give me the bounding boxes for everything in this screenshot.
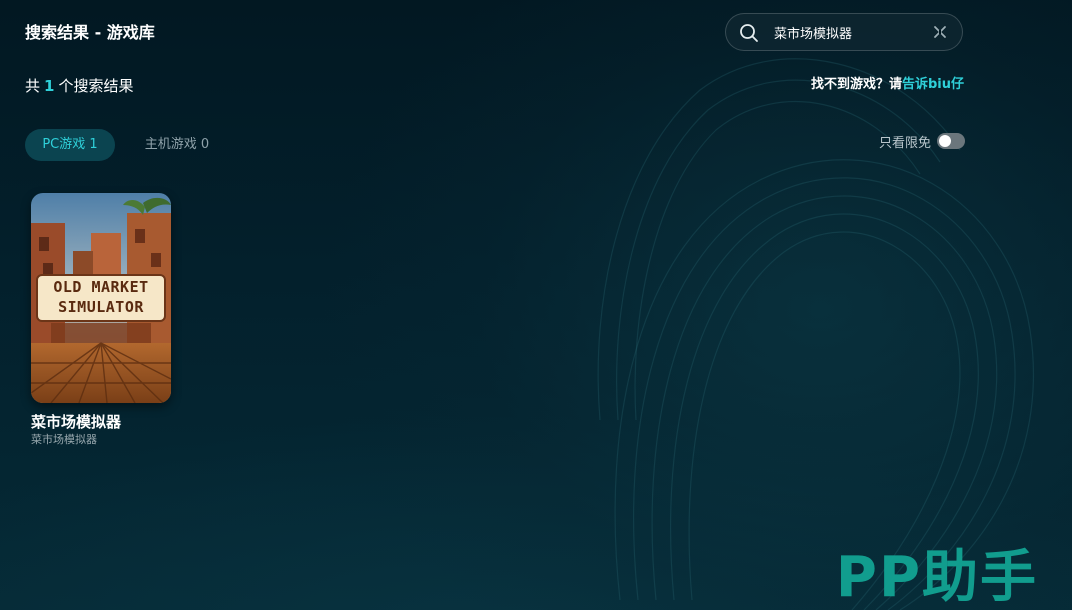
result-count-number: 1: [44, 77, 55, 95]
search-icon: [740, 24, 758, 42]
game-subtitle: 菜市场模拟器: [31, 433, 97, 446]
result-count: 共 1 个搜索结果: [25, 76, 133, 96]
cover-title-line1: OLD MARKET: [53, 278, 149, 296]
free-only-switch[interactable]: [937, 133, 965, 149]
result-count-prefix: 共: [25, 77, 41, 95]
free-only-label: 只看限免: [878, 135, 931, 151]
search-box[interactable]: [725, 13, 963, 51]
not-found-feedback: 找不到游戏？请告诉biu仔: [811, 76, 964, 94]
pp-assistant-logo: PP助手: [835, 545, 1038, 610]
game-title[interactable]: 菜市场模拟器: [31, 412, 172, 432]
not-found-text: 找不到游戏？请: [810, 77, 902, 92]
close-icon[interactable]: [933, 25, 947, 39]
free-only-filter: 只看限免: [879, 131, 965, 151]
cover-title-line2: SIMULATOR: [58, 298, 144, 316]
switch-knob: [939, 135, 951, 147]
tell-biuzai-link[interactable]: 告诉biu仔: [902, 77, 964, 92]
result-count-suffix: 个搜索结果: [58, 77, 134, 95]
game-cover[interactable]: OLD MARKET SIMULATOR: [31, 193, 171, 403]
tab-pc-games[interactable]: PC游戏 1: [25, 129, 115, 161]
tab-console-games[interactable]: 主机游戏 0: [128, 129, 226, 161]
page-title: 搜索结果 - 游戏库: [25, 23, 155, 42]
game-card[interactable]: OLD MARKET SIMULATOR 菜市场模拟器 菜市场模拟器: [31, 193, 172, 447]
search-input[interactable]: [774, 22, 924, 42]
